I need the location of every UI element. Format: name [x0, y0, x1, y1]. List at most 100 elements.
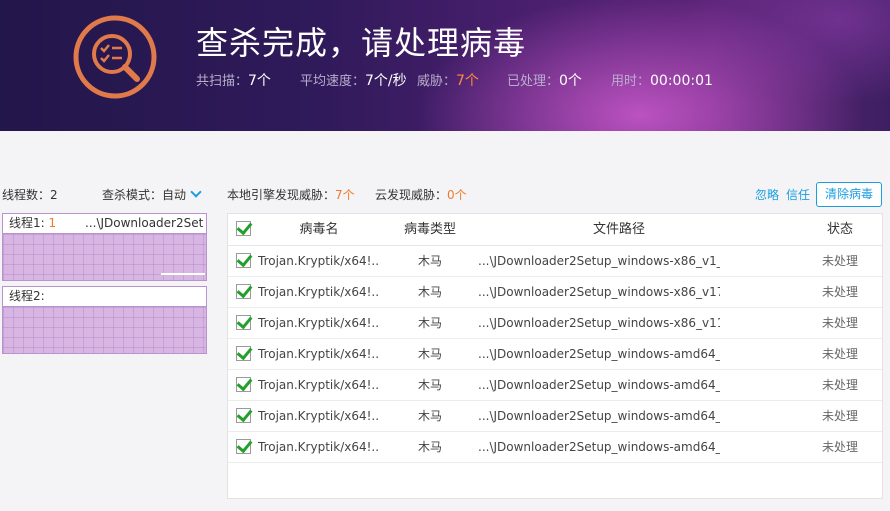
- virus-type: 木马: [417, 285, 442, 299]
- header-banner: 查杀完成，请处理病毒 共扫描：7个 平均速度：7个/秒 威胁：7个 已处理：0个…: [0, 0, 890, 131]
- stat-value: 00:00:01: [650, 73, 713, 89]
- table-row[interactable]: Trojan.Kryptik/x64!... 木马 ...\JDownloade…: [228, 308, 882, 339]
- thread-panel-1: 线程1: 1 ...\JDownloader2Set: [2, 213, 207, 281]
- file-path: ...\JDownloader2Setup_windows-x86_v11_: [478, 316, 720, 330]
- file-path: ...\JDownloader2Setup_windows-x86_v17_: [478, 285, 720, 299]
- select-all-cell: [236, 214, 256, 246]
- row-check-cell: [236, 432, 256, 463]
- row-check-cell: [236, 370, 256, 401]
- table-row[interactable]: Trojan.Kryptik/x64!... 木马 ...\JDownloade…: [228, 339, 882, 370]
- stat-value: 0个: [559, 73, 582, 89]
- status: 未处理: [821, 347, 858, 361]
- cloud-threats-value: 0个: [447, 188, 467, 202]
- row-checkbox[interactable]: [236, 346, 251, 361]
- stat-threats: 威胁：7个: [417, 70, 479, 90]
- row-check-cell: [236, 339, 256, 370]
- header-file-path: 文件路径: [592, 222, 645, 237]
- cloud-threats: 云发现威胁：0个: [375, 186, 467, 203]
- row-checkbox[interactable]: [236, 377, 251, 392]
- table-row[interactable]: Trojan.Kryptik/x64!... 木马 ...\JDownloade…: [228, 432, 882, 463]
- scan-mode-label: 查杀模式：: [102, 188, 163, 202]
- virus-name: Trojan.Kryptik/x64!...: [258, 409, 380, 423]
- page-title: 查杀完成，请处理病毒: [196, 24, 527, 62]
- header-status: 状态: [826, 222, 853, 237]
- select-all-checkbox[interactable]: [236, 221, 251, 236]
- row-check-cell: [236, 246, 256, 277]
- row-checkbox[interactable]: [236, 408, 251, 423]
- ignore-button[interactable]: 忽略: [755, 186, 779, 203]
- status: 未处理: [821, 285, 858, 299]
- thread-activity-graph: [3, 307, 206, 353]
- thread-count: 线程数：2: [2, 186, 58, 203]
- stat-label: 用时：: [611, 74, 651, 89]
- clean-virus-button[interactable]: 清除病毒: [816, 182, 882, 207]
- stat-avg-speed: 平均速度：7个/秒: [300, 70, 407, 90]
- trust-button[interactable]: 信任: [786, 186, 810, 203]
- thread-label: 线程1:: [9, 216, 45, 230]
- stat-processed: 已处理：0个: [507, 70, 582, 90]
- stat-label: 威胁：: [417, 74, 457, 89]
- thread-header: 线程1: 1 ...\JDownloader2Set: [3, 214, 206, 234]
- scan-mode-value: 自动: [162, 188, 187, 202]
- local-engine-threats: 本地引擎发现威胁：7个: [227, 186, 355, 203]
- file-path: ...\JDownloader2Setup_windows-amd64_v: [478, 347, 720, 361]
- threat-table: 病毒名 病毒类型 文件路径 状态 Trojan.Kryptik/x64!... …: [227, 213, 883, 499]
- virus-type: 木马: [417, 316, 442, 330]
- status: 未处理: [821, 409, 858, 423]
- file-path: ...\JDownloader2Setup_windows-amd64_v: [478, 378, 720, 392]
- thread-progress-line: [161, 273, 205, 275]
- status: 未处理: [821, 378, 858, 392]
- file-path: ...\JDownloader2Setup_windows-amd64_v: [478, 409, 720, 423]
- stat-label: 共扫描：: [196, 74, 249, 89]
- thread-current-file: ...\JDownloader2Set: [85, 216, 204, 230]
- stat-label: 平均速度：: [300, 74, 366, 89]
- thread-count: 1: [48, 216, 57, 230]
- status: 未处理: [821, 316, 858, 330]
- status: 未处理: [821, 254, 858, 268]
- row-checkbox[interactable]: [236, 439, 251, 454]
- file-path: ...\JDownloader2Setup_windows-x86_v1_8: [478, 254, 720, 268]
- virus-name: Trojan.Kryptik/x64!...: [258, 285, 380, 299]
- stat-elapsed: 用时：00:00:01: [611, 70, 713, 89]
- virus-name: Trojan.Kryptik/x64!...: [258, 254, 380, 268]
- row-checkbox[interactable]: [236, 315, 251, 330]
- virus-name: Trojan.Kryptik/x64!...: [258, 378, 380, 392]
- row-checkbox[interactable]: [236, 284, 251, 299]
- row-check-cell: [236, 277, 256, 308]
- thread-label: 线程2:: [9, 289, 45, 303]
- virus-name: Trojan.Kryptik/x64!...: [258, 347, 380, 361]
- thread-header: 线程2:: [3, 287, 206, 307]
- stat-total-scanned: 共扫描：7个: [196, 70, 271, 90]
- virus-type: 木马: [417, 409, 442, 423]
- virus-name: Trojan.Kryptik/x64!...: [258, 316, 380, 330]
- virus-type: 木马: [417, 378, 442, 392]
- file-path: ...\JDownloader2Setup_windows-amd64_v: [478, 440, 720, 454]
- row-check-cell: [236, 308, 256, 339]
- table-header: 病毒名 病毒类型 文件路径 状态: [228, 214, 882, 246]
- table-row[interactable]: Trojan.Kryptik/x64!... 木马 ...\JDownloade…: [228, 277, 882, 308]
- stat-value: 7个: [248, 73, 271, 89]
- status: 未处理: [821, 440, 858, 454]
- chevron-down-icon: [190, 186, 202, 198]
- table-row[interactable]: Trojan.Kryptik/x64!... 木马 ...\JDownloade…: [228, 370, 882, 401]
- table-row[interactable]: Trojan.Kryptik/x64!... 木马 ...\JDownloade…: [228, 401, 882, 432]
- scan-complete-icon: [73, 15, 157, 99]
- stat-value: 7个: [456, 73, 479, 89]
- header-virus-name: 病毒名: [299, 222, 339, 237]
- local-threats-value: 7个: [335, 188, 355, 202]
- stat-label: 已处理：: [507, 74, 560, 89]
- thread-count-value: 2: [50, 188, 58, 202]
- virus-type: 木马: [417, 440, 442, 454]
- table-row[interactable]: Trojan.Kryptik/x64!... 木马 ...\JDownloade…: [228, 246, 882, 277]
- row-checkbox[interactable]: [236, 253, 251, 268]
- row-check-cell: [236, 401, 256, 432]
- thread-panel-2: 线程2:: [2, 286, 207, 354]
- local-threats-label: 本地引擎发现威胁：: [227, 188, 336, 202]
- virus-type: 木马: [417, 254, 442, 268]
- virus-name: Trojan.Kryptik/x64!...: [258, 440, 380, 454]
- stat-value: 7个/秒: [365, 73, 407, 89]
- virus-type: 木马: [417, 347, 442, 361]
- thread-activity-graph: [3, 234, 206, 280]
- header-virus-type: 病毒类型: [403, 222, 456, 237]
- scan-mode-dropdown[interactable]: 查杀模式：自动: [102, 186, 202, 203]
